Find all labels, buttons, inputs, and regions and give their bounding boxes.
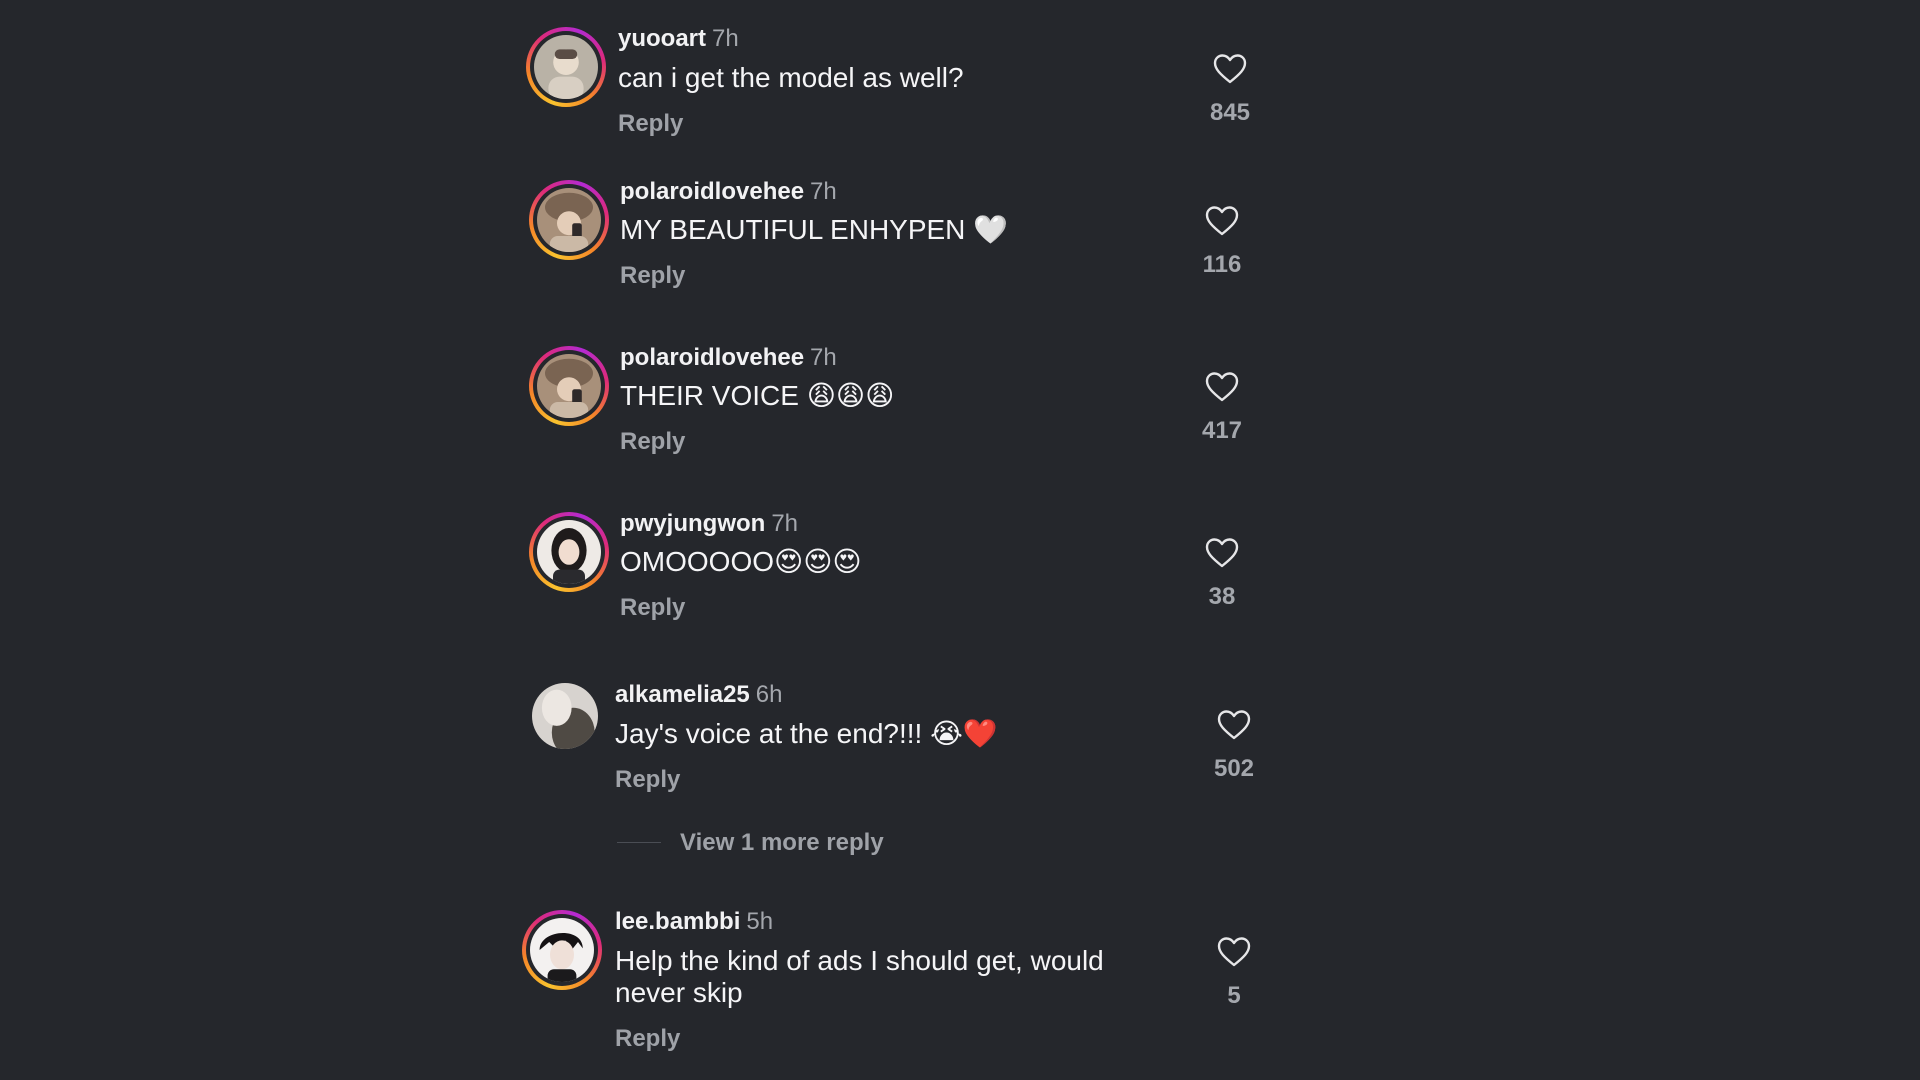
comment-username[interactable]: lee.bambbi	[615, 908, 740, 935]
reply-button[interactable]: Reply	[620, 428, 685, 456]
avatar[interactable]	[532, 683, 598, 749]
comment-text: OMOOOOO😍😍😍	[620, 546, 862, 577]
reply-button[interactable]: Reply	[615, 1025, 680, 1053]
comment-text: MY BEAUTIFUL ENHYPEN 🤍	[620, 214, 1009, 245]
avatar-photo	[530, 918, 594, 982]
heart-outline-icon[interactable]	[1205, 371, 1239, 403]
avatar[interactable]	[526, 27, 606, 107]
comment-time: 7h	[810, 344, 837, 371]
avatar-photo	[537, 188, 601, 252]
view-replies-divider	[617, 842, 661, 843]
comment-time: 6h	[755, 681, 783, 708]
like-count: 116	[1202, 251, 1242, 278]
avatar-photo	[537, 354, 601, 418]
like-group: 417	[1182, 371, 1262, 445]
comment-text: THEIR VOICE 😩😩😩	[620, 380, 895, 411]
like-count: 417	[1201, 417, 1243, 444]
avatar[interactable]	[529, 180, 609, 260]
comment-text: can i get the model as well?	[618, 62, 964, 93]
like-group: 845	[1190, 53, 1270, 127]
reply-button[interactable]: Reply	[620, 594, 685, 622]
heart-outline-icon[interactable]	[1217, 709, 1251, 741]
comment-username[interactable]: alkamelia25	[615, 681, 750, 708]
reply-button[interactable]: Reply	[620, 262, 685, 290]
comment-username[interactable]: pwyjungwon	[620, 510, 765, 537]
avatar[interactable]	[529, 512, 609, 592]
avatar-photo	[537, 520, 601, 584]
comment-time: 7h	[810, 178, 837, 205]
view-more-replies-button[interactable]: View 1 more reply	[680, 829, 884, 857]
comment-time: 7h	[771, 510, 799, 537]
comment-text: Jay's voice at the end?!!! 😭❤️	[615, 718, 998, 749]
reply-button[interactable]: Reply	[615, 766, 680, 794]
heart-outline-icon[interactable]	[1205, 205, 1239, 237]
like-count: 5	[1227, 982, 1241, 1009]
avatar[interactable]	[529, 346, 609, 426]
like-group: 502	[1194, 709, 1274, 783]
avatar[interactable]	[522, 910, 602, 990]
comment-username[interactable]: yuooart	[618, 25, 706, 52]
avatar-photo	[534, 35, 598, 99]
heart-outline-icon[interactable]	[1217, 936, 1251, 968]
like-group: 116	[1182, 205, 1262, 279]
comment-username[interactable]: polaroidlovehee	[620, 344, 804, 371]
like-count: 502	[1213, 755, 1255, 782]
comment-text: Help the kind of ads I should get, would…	[615, 945, 1104, 1008]
comments-screen: yuooart 7h can i get the model as well? R…	[0, 0, 1920, 1080]
comment-username[interactable]: polaroidlovehee	[620, 178, 804, 205]
like-count: 845	[1209, 99, 1251, 126]
like-group: 38	[1182, 537, 1262, 611]
heart-outline-icon[interactable]	[1205, 537, 1239, 569]
like-count: 38	[1208, 583, 1236, 610]
comment-time: 5h	[746, 908, 774, 935]
avatar-photo	[532, 683, 598, 749]
heart-outline-icon[interactable]	[1213, 53, 1247, 85]
reply-button[interactable]: Reply	[618, 110, 683, 138]
like-group: 5	[1194, 936, 1274, 1010]
comment-time: 7h	[712, 25, 739, 52]
